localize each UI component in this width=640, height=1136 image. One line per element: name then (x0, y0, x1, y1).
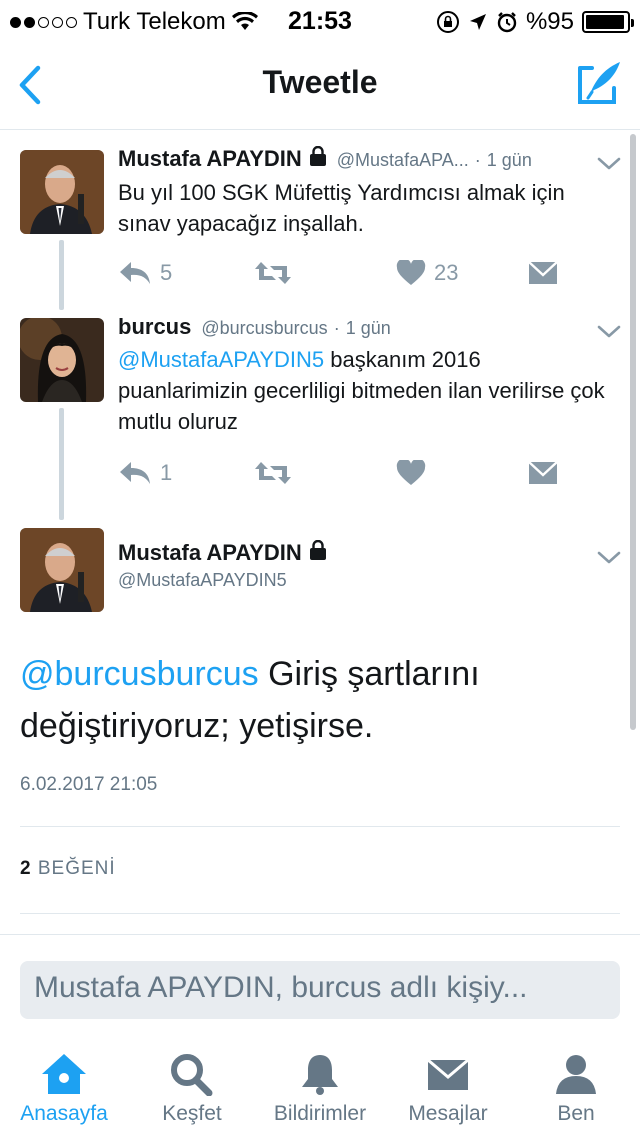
author-handle[interactable]: @MustafaAPAYDIN5 (118, 570, 287, 591)
status-bar-right: %95 (436, 8, 634, 36)
tweet-header: Mustafa APAYDIN @MustafaAPA... · 1 gün (118, 146, 620, 176)
focused-tweet-text: @burcusburcus Giriş şartlarını değiştiri… (20, 648, 620, 752)
tab-explore[interactable]: Keşfet (128, 1052, 256, 1126)
tab-label: Mesajlar (408, 1102, 488, 1125)
tweet-text: @MustafaAPAYDIN5 başkanım 2016 puanlarim… (118, 344, 610, 437)
tweet-actions: 1 (118, 460, 558, 490)
author-name[interactable]: Mustafa APAYDIN (118, 146, 302, 172)
like-button[interactable] (396, 460, 426, 486)
retweet-button[interactable] (254, 460, 292, 486)
likes-count: 2 (20, 858, 32, 879)
envelope-icon (528, 461, 558, 484)
avatar[interactable] (20, 528, 104, 612)
mention-link[interactable]: @burcusburcus (20, 655, 259, 693)
retweet-icon (255, 262, 291, 284)
envelope-icon (427, 1058, 469, 1090)
likes-summary[interactable]: 2 BEĞENİ (20, 858, 116, 880)
like-count: 23 (434, 260, 459, 285)
thread-tweet[interactable]: Mustafa APAYDIN @MustafaAPA... · 1 gün B… (0, 130, 640, 310)
envelope-icon (528, 261, 558, 284)
search-icon (171, 1054, 213, 1096)
author-handle[interactable]: @burcusburcus (201, 318, 327, 339)
tweet-actions: 5 23 (118, 260, 558, 290)
reply-icon (120, 262, 150, 284)
reply-count: 1 (160, 460, 173, 485)
compose-tweet-icon[interactable] (576, 58, 624, 106)
reply-bar: Mustafa APAYDIN, burcus adlı kişiy... (0, 934, 640, 1046)
separator-dot: · (474, 150, 481, 170)
navigation-bar: Tweetle (0, 40, 640, 130)
avatar[interactable] (20, 150, 104, 234)
scrollbar[interactable] (630, 134, 636, 730)
divider (20, 826, 620, 827)
tweet-header: Mustafa APAYDIN (118, 540, 620, 570)
chevron-down-icon[interactable] (596, 324, 622, 340)
separator-dot: · (333, 318, 340, 338)
reply-icon (120, 462, 150, 484)
home-icon (42, 1054, 86, 1094)
tweet-time: 1 gün (486, 150, 532, 170)
heart-icon (396, 260, 426, 285)
reply-button[interactable]: 5 (118, 260, 172, 286)
tab-home[interactable]: Anasayfa (0, 1052, 128, 1126)
page-title: Tweetle (262, 64, 378, 100)
focused-tweet: Mustafa APAYDIN @MustafaAPAYDIN5 (0, 520, 640, 620)
divider (20, 913, 620, 914)
likes-label: BEĞENİ (37, 858, 116, 879)
battery-icon (582, 11, 634, 33)
tab-notifications[interactable]: Bildirimler (256, 1052, 384, 1126)
direct-message-button[interactable] (528, 460, 558, 486)
tab-me[interactable]: Ben (512, 1052, 640, 1126)
status-bar: Turk Telekom 21:53 %95 (0, 0, 640, 40)
thread-connector (59, 408, 64, 520)
tweet-timestamp: 6.02.2017 21:05 (20, 774, 158, 795)
battery-percent: %95 (525, 8, 574, 35)
lock-icon (309, 146, 326, 166)
direct-message-button[interactable] (528, 260, 558, 286)
rotation-lock-icon (436, 11, 459, 33)
thread-tweet[interactable]: burcus @burcusburcus · 1 gün @MustafaAPA… (0, 300, 640, 520)
tab-messages[interactable]: Mesajlar (384, 1052, 512, 1126)
location-arrow-icon (469, 14, 486, 30)
author-handle[interactable]: @MustafaAPA... (337, 150, 469, 171)
heart-icon (396, 460, 426, 485)
lock-icon (309, 540, 326, 560)
like-button[interactable]: 23 (396, 260, 458, 286)
tab-label: Anasayfa (20, 1102, 108, 1125)
retweet-button[interactable] (254, 260, 292, 286)
tab-label: Bildirimler (273, 1102, 367, 1125)
author-name[interactable]: burcus (118, 314, 191, 340)
tab-label: Ben (557, 1102, 595, 1125)
person-icon (556, 1055, 596, 1094)
reply-input[interactable]: Mustafa APAYDIN, burcus adlı kişiy... (20, 961, 620, 1019)
reply-count: 5 (160, 260, 173, 285)
tweet-header: burcus @burcusburcus · 1 gün (118, 314, 620, 344)
tab-bar: Anasayfa Keşfet Bildirimler Mesajlar Ben (0, 1046, 640, 1136)
tweet-time: 1 gün (345, 318, 391, 338)
chevron-down-icon[interactable] (596, 156, 622, 172)
avatar[interactable] (20, 318, 104, 402)
mention-link[interactable]: @MustafaAPAYDIN5 (118, 347, 324, 372)
retweet-icon (255, 462, 291, 484)
author-name[interactable]: Mustafa APAYDIN (118, 540, 302, 566)
bell-icon (302, 1055, 338, 1095)
alarm-icon (497, 12, 517, 33)
reply-button[interactable]: 1 (118, 460, 172, 486)
tweet-text: Bu yıl 100 SGK Müfettiş Yardımcısı almak… (118, 180, 565, 236)
chevron-down-icon[interactable] (596, 550, 622, 566)
tab-label: Keşfet (162, 1102, 222, 1125)
